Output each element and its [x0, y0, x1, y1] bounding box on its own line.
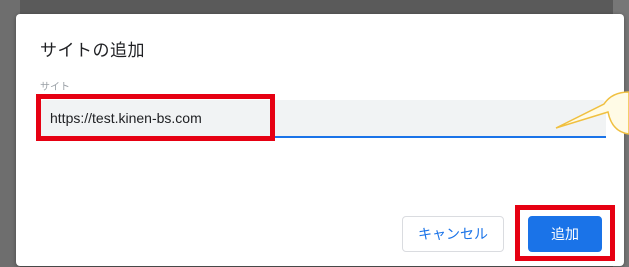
add-button[interactable]: 追加	[528, 216, 602, 252]
site-input[interactable]	[40, 100, 606, 138]
add-site-dialog: サイトの追加 サイト キャンセル 追加	[16, 14, 624, 266]
site-field-label: サイト	[40, 82, 70, 93]
dialog-title: サイトの追加	[40, 41, 145, 61]
cancel-button[interactable]: キャンセル	[402, 216, 504, 252]
